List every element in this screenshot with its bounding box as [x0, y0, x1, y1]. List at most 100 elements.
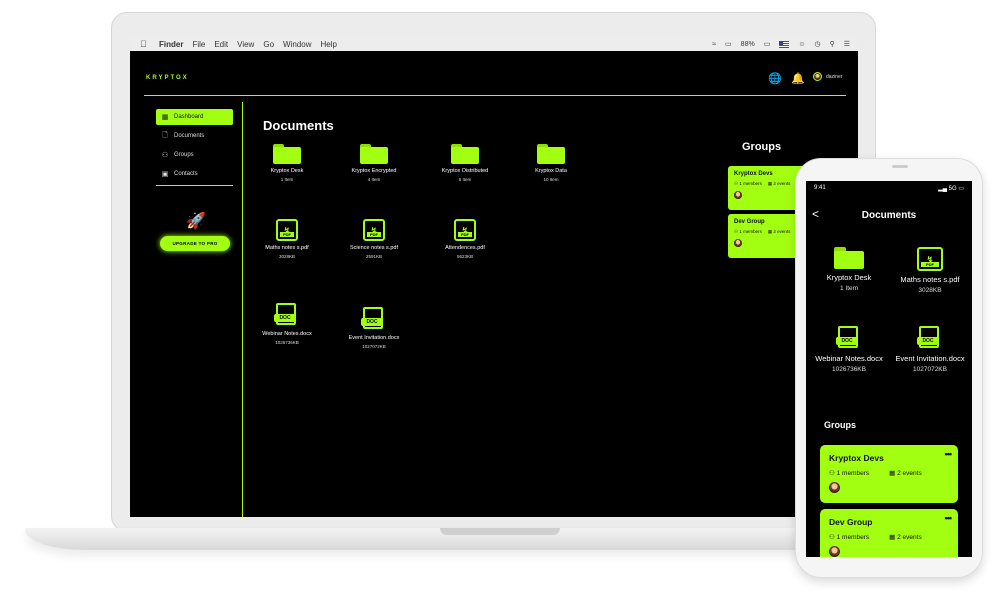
clock-icon[interactable]: ◷	[814, 40, 820, 48]
doc-file-item[interactable]: DOC Event Invitation.docx 1027072KB	[891, 326, 969, 373]
folder-item[interactable]: Kryptox Distributed 5 Item	[430, 144, 500, 182]
doc-icon: DOC	[361, 307, 387, 331]
phone-speaker	[892, 165, 908, 168]
doc-file-item[interactable]: DOC Webinar Notes.docx 1026736KB	[810, 326, 888, 373]
pdf-icon: ↯ PDF	[276, 219, 298, 241]
doc-file-item[interactable]: DOC Event Invitation.docx 1027072KB	[339, 307, 409, 349]
pdf-file-item[interactable]: ↯ PDF Science notes s.pdf 2591KB	[339, 219, 409, 259]
sidebar-item-dashboard[interactable]: ▦ Dashboard	[156, 109, 233, 125]
doc-icon: DOC	[274, 303, 300, 327]
item-name: Event Invitation.docx	[348, 335, 400, 341]
item-meta: 1027072KB	[362, 344, 386, 349]
menu-window[interactable]: Window	[283, 40, 311, 49]
members-count: ⚇ 1 members	[829, 470, 870, 477]
menu-go[interactable]: Go	[263, 40, 274, 49]
avatar	[734, 239, 742, 247]
page-title: Documents	[263, 118, 334, 133]
globe-icon[interactable]: 🌐	[768, 72, 782, 85]
folder-icon	[451, 144, 479, 164]
events-count: ▦ 2 events	[767, 229, 791, 234]
more-icon[interactable]: •••	[945, 449, 953, 459]
us-flag-icon[interactable]	[779, 40, 790, 48]
menu-view[interactable]: View	[237, 40, 254, 49]
sidebar-item-label: Documents	[174, 133, 205, 139]
members-icon: ⚇	[829, 534, 835, 541]
sidebar-item-groups[interactable]: ⚇ Groups	[156, 147, 233, 163]
item-meta: 1026736KB	[275, 340, 299, 345]
group-name: Dev Group	[829, 517, 873, 527]
pdf-file-item[interactable]: ↯ PDF Maths notes s.pdf 3028KB	[891, 247, 969, 294]
menu-finder[interactable]: Finder	[159, 40, 183, 49]
members-icon: ⚇	[734, 229, 739, 234]
calendar-icon: ▦	[889, 534, 896, 541]
item-name: Event Invitation.docx	[895, 354, 965, 363]
item-name: Kryptox Desk	[270, 168, 304, 174]
item-name: Webinar Notes.docx	[815, 354, 883, 363]
folder-item[interactable]: Kryptox Desk 1 Item	[252, 144, 322, 182]
folder-item[interactable]: Kryptox Data 10 Item	[516, 144, 586, 182]
doc-file-item[interactable]: DOC Webinar Notes.docx 1026736KB	[252, 303, 322, 345]
sidebar-item-documents[interactable]: 🗋 Documents	[156, 128, 233, 144]
phone-screen: 9:41 ▂▄ 5G ▭ < Documents Kryptox Desk 1 …	[806, 181, 972, 557]
sidebar-item-contacts[interactable]: ▣ Contacts	[156, 166, 233, 182]
battery-percent: 88%	[740, 40, 755, 48]
menubar-status: ≈ ▭ 88% ▭ ☺ ◷ ⚲ ☰	[712, 37, 850, 51]
groups-icon: ⚇	[161, 152, 169, 159]
events-count: ▦ 2 events	[889, 534, 922, 541]
device-mockup:  Finder File Edit View Go Window Help ≈…	[0, 0, 1000, 594]
list-icon[interactable]: ☰	[844, 40, 850, 48]
group-card[interactable]: ••• Dev Group ⚇ 1 members ▦ 2 events	[820, 509, 958, 557]
phone-time: 9:41	[814, 185, 826, 191]
avatar	[813, 72, 822, 81]
battery-icon[interactable]: ▭	[764, 40, 771, 48]
doc-icon: DOC	[917, 326, 943, 350]
folder-icon	[360, 144, 388, 164]
events-count: ▦ 2 events	[889, 470, 922, 477]
bell-icon[interactable]: 🔔	[791, 72, 805, 85]
menu-edit[interactable]: Edit	[214, 40, 228, 49]
app-header: KRYPTOX 🌐 🔔 daziner	[130, 51, 858, 97]
group-name: Kryptox Devs	[734, 171, 773, 177]
menu-help[interactable]: Help	[320, 40, 336, 49]
item-name: Kryptox Desk	[826, 273, 872, 282]
pdf-file-item[interactable]: ↯ PDF Maths notes s.pdf 3028KB	[252, 219, 322, 259]
laptop-screen:  Finder File Edit View Go Window Help ≈…	[130, 37, 858, 517]
laptop-notch	[440, 528, 560, 535]
events-count: ▦ 2 events	[767, 181, 791, 186]
avatar	[829, 546, 840, 557]
calendar-icon: ▦	[767, 229, 773, 234]
search-icon[interactable]: ⚲	[830, 40, 835, 48]
upgrade-button[interactable]: UPGRADE TO PRO	[160, 236, 230, 251]
folder-item[interactable]: Kryptox Desk 1 Item	[810, 247, 888, 292]
airplay-icon[interactable]: ▭	[725, 40, 732, 48]
apple-icon[interactable]: 	[140, 39, 149, 49]
members-count: ⚇ 1 members	[734, 181, 762, 186]
members-icon: ⚇	[829, 470, 835, 477]
groups-title: Groups	[742, 141, 782, 153]
item-name: Kryptox Distributed	[441, 168, 489, 174]
sidebar-divider	[156, 185, 233, 186]
group-card[interactable]: ••• Kryptox Devs ⚇ 1 members ▦ 2 events	[820, 445, 958, 503]
item-meta: 4 Item	[367, 177, 381, 182]
wifi-icon[interactable]: ≈	[712, 41, 716, 48]
user-icon[interactable]: ☺	[798, 41, 805, 48]
brand-logo[interactable]: KRYPTOX	[146, 75, 189, 81]
item-meta: 3028KB	[918, 287, 942, 294]
item-name: Maths notes s.pdf	[900, 275, 960, 284]
sidebar-border	[242, 102, 243, 517]
more-icon[interactable]: •••	[945, 513, 953, 523]
user-menu[interactable]: daziner	[813, 72, 842, 81]
item-name: Attendences.pdf	[445, 245, 485, 251]
pdf-file-item[interactable]: ↯ PDF Attendences.pdf 5623KB	[430, 219, 500, 259]
item-name: Kryptox Data	[535, 168, 567, 174]
phone-status-bar: 9:41 ▂▄ 5G ▭	[806, 181, 972, 195]
pdf-icon: ↯ PDF	[917, 247, 943, 271]
folder-item[interactable]: Kryptox Encrypted 4 Item	[339, 144, 409, 182]
rocket-icon: 🚀	[186, 213, 206, 230]
signal-icon: ▂▄	[938, 185, 947, 192]
header-divider	[144, 95, 846, 96]
phone-page-title: Documents	[861, 210, 917, 221]
item-meta: 3028KB	[278, 254, 295, 259]
menu-file[interactable]: File	[192, 40, 205, 49]
item-name: Kryptox Encrypted	[351, 168, 397, 174]
